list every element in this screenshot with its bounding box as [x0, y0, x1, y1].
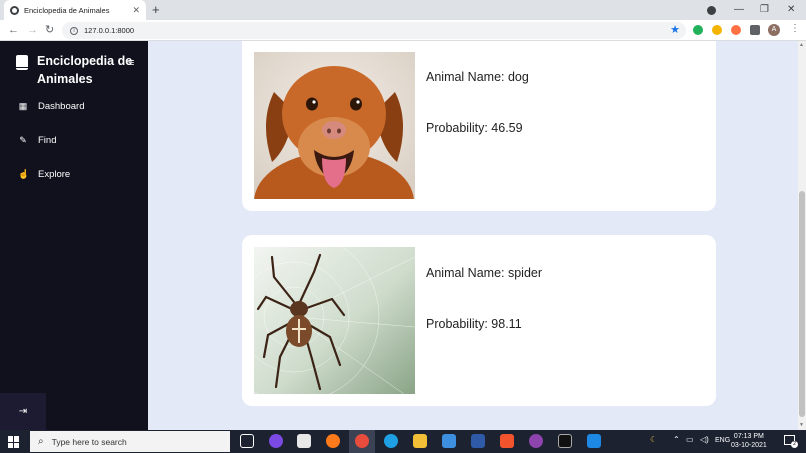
scroll-down-icon[interactable]: ▼ — [799, 422, 804, 428]
tab-search-icon[interactable] — [707, 6, 716, 15]
sidebar-item-label: Find — [38, 135, 57, 146]
puzzle-extension-icon[interactable] — [750, 25, 760, 35]
sidebar-item-label: Dashboard — [38, 101, 85, 112]
sidebar-item-find[interactable]: ✎ Find — [18, 135, 56, 146]
close-window-button[interactable]: ✕ — [787, 2, 795, 18]
animal-name-label: Animal Name: dog — [426, 70, 529, 84]
store-icon[interactable] — [297, 434, 311, 448]
minimize-button[interactable]: — — [734, 2, 744, 18]
tab-title: Enciclopedia de Animales — [24, 5, 110, 15]
url-text: 127.0.0.1:8000 — [84, 26, 135, 35]
browser-titlebar: Enciclopedia de Animales ✕ + — ❐ ✕ — [0, 0, 806, 20]
sidebar: Enciclopedia de Animales ≡ ▦ Dashboard ✎… — [0, 41, 148, 430]
color-extension-icon[interactable] — [731, 25, 741, 35]
result-card: Animal Name: spider Probability: 98.11 — [242, 235, 716, 406]
notification-count: 2 — [791, 441, 798, 448]
firefox-icon[interactable] — [326, 434, 340, 448]
browser-toolbar: ← → ↻ i 127.0.0.1:8000 ★ A ⋮ — [0, 20, 806, 41]
github-icon[interactable] — [529, 434, 543, 448]
edge-icon[interactable] — [384, 434, 398, 448]
sidebar-item-label: Explore — [38, 169, 71, 180]
main-content: Animal Name: dog Probability: 46.59 Anim… — [148, 41, 798, 430]
result-card: Animal Name: dog Probability: 46.59 — [242, 41, 716, 211]
back-icon[interactable]: ← — [8, 23, 19, 37]
tray-chevron-icon[interactable]: ⌃ — [673, 435, 680, 444]
probability-label: Probability: 46.59 — [426, 121, 523, 135]
sidebar-item-dashboard[interactable]: ▦ Dashboard — [18, 101, 85, 112]
powershell-icon[interactable] — [471, 434, 485, 448]
network-icon[interactable]: ▭ — [686, 435, 694, 444]
browser-menu-icon[interactable]: ⋮ — [790, 23, 800, 34]
logout-button[interactable]: ⇥ — [0, 393, 46, 430]
logout-icon: ⇥ — [18, 406, 28, 417]
taskbar-clock[interactable]: 07:13 PM 03-10-2021 — [731, 432, 767, 450]
taskbar-search-input[interactable]: ⌕ Type here to search — [30, 431, 230, 452]
mail-icon[interactable] — [442, 434, 456, 448]
scrollbar-thumb[interactable] — [799, 191, 805, 417]
spider-photo — [254, 247, 415, 394]
new-tab-button[interactable]: + — [152, 2, 160, 18]
windows-taskbar: ⌕ Type here to search ☾ ⌃ ▭ ◁) ENG 07:13… — [0, 430, 806, 453]
clock-time: 07:13 PM — [733, 433, 764, 440]
bookmark-star-icon[interactable]: ★ — [670, 23, 680, 36]
reload-icon[interactable]: ↻ — [45, 23, 54, 37]
tab-close-button[interactable]: ✕ — [132, 5, 140, 16]
pencil-icon: ✎ — [19, 135, 27, 145]
brand: Enciclopedia de Animales — [16, 52, 144, 88]
menu-toggle-icon[interactable]: ≡ — [128, 57, 134, 69]
info-icon[interactable]: i — [70, 26, 78, 35]
browser-tab[interactable]: Enciclopedia de Animales ✕ — [4, 0, 146, 20]
pencil-extension-icon[interactable] — [712, 25, 722, 35]
app-purple-icon[interactable] — [269, 434, 283, 448]
search-icon: ⌕ — [38, 436, 44, 447]
language-indicator[interactable]: ENG — [715, 437, 730, 444]
task-view-icon[interactable] — [240, 434, 254, 448]
brand-name: Enciclopedia de Animales — [37, 54, 133, 86]
file-explorer-icon[interactable] — [413, 434, 427, 448]
globe-icon — [10, 5, 19, 15]
terminal-icon[interactable] — [558, 434, 572, 448]
chrome-icon[interactable] — [355, 434, 369, 448]
hand-pointer-icon: ☝ — [18, 169, 30, 179]
profile-avatar[interactable]: A — [768, 24, 780, 36]
page-scrollbar[interactable]: ▲ ▼ — [798, 41, 806, 430]
scroll-up-icon[interactable]: ▲ — [799, 42, 804, 48]
clock-date: 03-10-2021 — [731, 442, 767, 449]
notification-center-icon[interactable]: 2 — [784, 435, 798, 448]
brave-icon[interactable] — [500, 434, 514, 448]
restore-button[interactable]: ❐ — [760, 2, 769, 18]
volume-icon[interactable]: ◁) — [700, 435, 709, 444]
vscode-icon[interactable] — [587, 434, 601, 448]
address-bar[interactable]: i 127.0.0.1:8000 ★ — [62, 22, 686, 39]
animal-name-label: Animal Name: spider — [426, 266, 543, 280]
search-placeholder: Type here to search — [51, 436, 127, 447]
night-light-icon[interactable]: ☾ — [650, 435, 657, 444]
grid-icon: ▦ — [18, 101, 28, 111]
windows-start-icon[interactable] — [8, 436, 20, 448]
probability-label: Probability: 98.11 — [426, 317, 522, 331]
forward-icon[interactable]: → — [27, 23, 38, 37]
book-icon — [16, 55, 28, 70]
dog-photo — [254, 52, 415, 199]
sidebar-item-explore[interactable]: ☝ Explore — [18, 169, 70, 180]
grammarly-extension-icon[interactable] — [693, 25, 703, 35]
